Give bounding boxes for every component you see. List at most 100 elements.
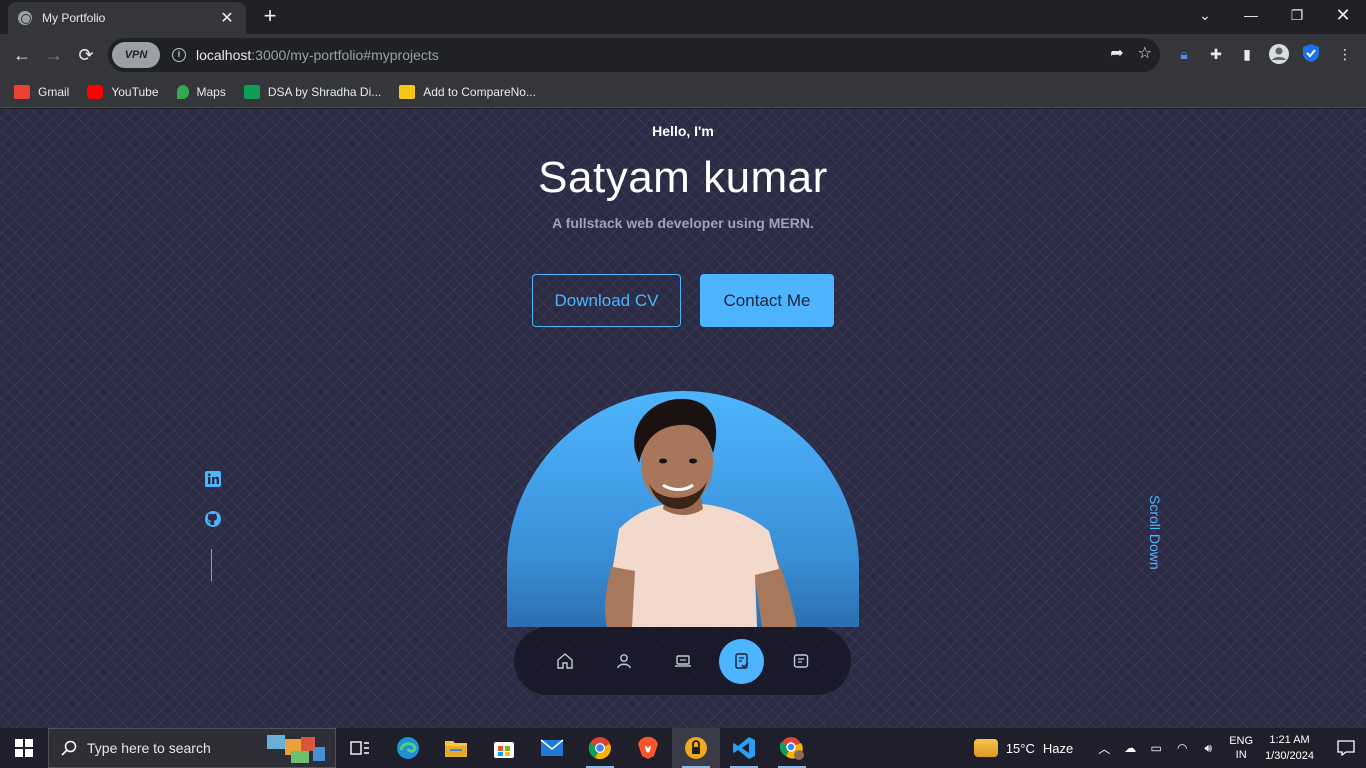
- vscode-icon: [733, 737, 755, 759]
- bookmarks-bar: Gmail YouTube Maps DSA by Shradha Di... …: [0, 76, 1366, 108]
- search-icon: [61, 740, 77, 756]
- tab-close-icon[interactable]: ✕: [218, 8, 236, 28]
- taskbar-edge[interactable]: [384, 728, 432, 768]
- gmail-icon: [14, 84, 30, 99]
- taskbar-search-input[interactable]: Type here to search: [48, 728, 336, 768]
- bookmark-star-icon[interactable]: ☆: [1138, 43, 1152, 63]
- comparenow-icon: [399, 84, 416, 99]
- windows-logo-icon: [15, 739, 33, 757]
- edge-icon: [397, 737, 419, 759]
- close-window-button[interactable]: ✕: [1320, 0, 1366, 30]
- vpn-badge[interactable]: VPN: [112, 42, 160, 68]
- nav-about[interactable]: [601, 639, 646, 684]
- reload-button[interactable]: ⟳: [74, 43, 98, 67]
- globe-icon: [18, 11, 32, 25]
- taskbar-store[interactable]: [480, 728, 528, 768]
- chevron-up-icon[interactable]: ︿: [1093, 740, 1115, 757]
- bookmark-maps[interactable]: Maps: [176, 84, 226, 99]
- restore-button[interactable]: ❐: [1274, 0, 1320, 30]
- back-button[interactable]: ←: [10, 43, 34, 67]
- taskbar-vscode[interactable]: [720, 728, 768, 768]
- download-cv-button[interactable]: Download CV: [532, 274, 681, 327]
- system-tray: 15°C Haze ︿ ☁ ▭ ◠ 🔊︎ ENG IN 1:21 AM 1/30…: [973, 728, 1366, 768]
- youtube-icon: [87, 84, 104, 99]
- taskbar-vpn-app[interactable]: [672, 728, 720, 768]
- browser-menu-icon[interactable]: ⋮: [1334, 43, 1356, 65]
- store-icon: [494, 742, 514, 758]
- browser-toolbar: ← → ⟳ VPN i localhost:3000/my-portfolio#…: [0, 34, 1366, 76]
- new-tab-button[interactable]: +: [258, 5, 282, 29]
- bookmark-comparenow[interactable]: Add to CompareNo...: [399, 84, 536, 99]
- temperature-text: 15°C: [1005, 740, 1035, 756]
- search-highlight-icon: [267, 735, 325, 763]
- task-view-icon: [350, 741, 369, 755]
- tab-search-icon[interactable]: ⌄: [1182, 0, 1228, 30]
- extensions-icon[interactable]: ✚: [1205, 43, 1227, 65]
- bookmark-dsa[interactable]: DSA by Shradha Di...: [243, 84, 381, 99]
- search-placeholder: Type here to search: [87, 740, 211, 756]
- bookmark-gmail[interactable]: Gmail: [14, 84, 69, 99]
- social-divider: [211, 549, 212, 581]
- taskbar-brave[interactable]: [624, 728, 672, 768]
- language-indicator[interactable]: ENG IN: [1229, 734, 1253, 762]
- person-illustration: [605, 398, 797, 627]
- address-bar[interactable]: VPN i localhost:3000/my-portfolio#myproj…: [108, 38, 1160, 72]
- laptop-icon: [674, 655, 691, 667]
- taskbar-mail[interactable]: [528, 728, 576, 768]
- mail-icon: [540, 739, 564, 756]
- chrome-profile-icon: [780, 737, 804, 760]
- portfolio-page: Hello, I'm Satyam kumar A fullstack web …: [0, 109, 1366, 728]
- nav-projects[interactable]: [719, 638, 764, 684]
- tagline-text: A fullstack web developer using MERN.: [552, 215, 814, 231]
- task-view-button[interactable]: [336, 728, 384, 768]
- taskbar-file-explorer[interactable]: [432, 728, 480, 768]
- haze-icon: [973, 739, 998, 757]
- folder-icon: [445, 741, 467, 757]
- vpn-app-icon: [685, 737, 707, 759]
- taskbar-chrome[interactable]: [576, 728, 624, 768]
- bookmark-youtube[interactable]: YouTube: [87, 84, 159, 99]
- onedrive-icon[interactable]: ☁: [1119, 741, 1141, 755]
- browser-tab-bar: My Portfolio ✕ + ⌄ — ❐ ✕: [0, 0, 1366, 34]
- chrome-icon: [588, 737, 611, 760]
- profile-avatar-icon[interactable]: [1268, 43, 1290, 65]
- nav-experience[interactable]: [660, 639, 705, 684]
- user-icon: [616, 654, 631, 669]
- password-lock-icon[interactable]: 🔒︎: [1173, 43, 1195, 65]
- github-icon[interactable]: [204, 510, 222, 528]
- projects-icon: [734, 653, 748, 669]
- windows-taskbar: Type here to search 15°C Haze ︿ ☁ ▭ ◠ 🔊︎…: [0, 728, 1366, 768]
- tab-title: My Portfolio: [42, 11, 106, 25]
- battery-icon[interactable]: ▭: [1145, 741, 1167, 755]
- taskbar-chrome-profile[interactable]: [768, 728, 816, 768]
- shield-check-icon[interactable]: [1300, 43, 1322, 65]
- sheets-icon: [243, 84, 260, 99]
- notifications-button[interactable]: [1326, 740, 1366, 756]
- page-title: Satyam kumar: [538, 153, 828, 202]
- minimize-button[interactable]: —: [1228, 0, 1274, 30]
- site-info-icon[interactable]: i: [172, 48, 186, 62]
- scroll-down-link[interactable]: Scroll Down: [1147, 495, 1163, 570]
- forward-button[interactable]: →: [42, 43, 66, 67]
- url-text[interactable]: localhost:3000/my-portfolio#myprojects: [196, 47, 439, 63]
- weather-widget[interactable]: 15°C Haze: [973, 739, 1074, 757]
- brave-icon: [638, 737, 658, 759]
- profile-photo: [507, 391, 859, 627]
- date-text: 1/30/2024: [1265, 750, 1314, 762]
- share-icon[interactable]: ➦: [1110, 43, 1123, 63]
- side-panel-icon[interactable]: ▮: [1236, 43, 1258, 65]
- linkedin-icon[interactable]: [204, 470, 222, 488]
- notification-icon: [1337, 740, 1355, 756]
- nav-home[interactable]: [542, 639, 587, 684]
- nav-contact[interactable]: [778, 639, 823, 684]
- wifi-icon[interactable]: ◠: [1171, 741, 1193, 755]
- greeting-text: Hello, I'm: [652, 123, 714, 139]
- contact-me-button[interactable]: Contact Me: [700, 274, 834, 327]
- home-icon: [556, 653, 573, 669]
- weather-text: Haze: [1042, 740, 1074, 756]
- maps-pin-icon: [176, 84, 189, 99]
- clock[interactable]: 1:21 AM 1/30/2024: [1265, 732, 1314, 764]
- volume-icon[interactable]: 🔊︎: [1197, 741, 1219, 756]
- browser-tab[interactable]: My Portfolio ✕: [8, 2, 246, 34]
- start-button[interactable]: [0, 728, 48, 768]
